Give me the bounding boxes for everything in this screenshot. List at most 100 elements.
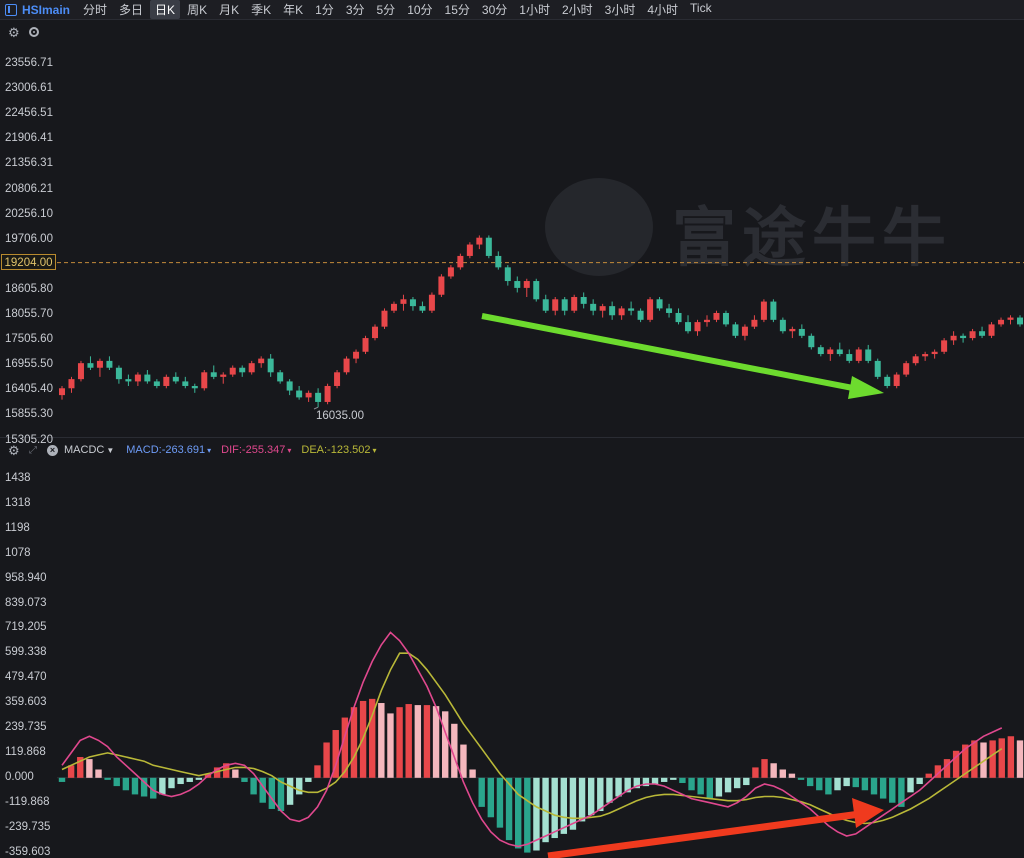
price-tick-label: 21906.41 bbox=[5, 132, 53, 145]
candle-body bbox=[324, 385, 331, 402]
candle-body bbox=[390, 303, 397, 311]
candle-body bbox=[495, 255, 502, 268]
candle-body bbox=[950, 335, 957, 341]
candle-body bbox=[466, 244, 473, 256]
macd-histogram-bar bbox=[514, 777, 522, 849]
macd-histogram-bar bbox=[131, 777, 139, 795]
candle-body bbox=[533, 281, 540, 300]
close-icon[interactable]: × bbox=[47, 444, 58, 456]
candle-body bbox=[220, 374, 227, 377]
macd-histogram-bar bbox=[587, 777, 595, 816]
candle-body bbox=[798, 328, 805, 336]
macd-histogram-bar bbox=[606, 777, 613, 803]
macd-histogram-bar bbox=[423, 705, 431, 778]
macd-histogram-bar bbox=[159, 777, 166, 795]
price-tick-label: 23556.71 bbox=[5, 57, 53, 69]
dea-value[interactable]: DEA:-123.502 ▾ bbox=[301, 444, 376, 456]
candle-body bbox=[210, 372, 217, 377]
macd-histogram-bar bbox=[113, 777, 120, 787]
candle-body bbox=[628, 308, 635, 311]
candle-body bbox=[685, 322, 692, 332]
indicator-name[interactable]: MACDC ▼ bbox=[64, 444, 114, 456]
candle-body bbox=[779, 319, 786, 332]
candle-body bbox=[808, 335, 815, 348]
macd-histogram-bar bbox=[551, 777, 558, 839]
candle-body bbox=[485, 237, 492, 256]
macd-histogram-bar bbox=[907, 777, 914, 793]
candle-body bbox=[201, 372, 208, 389]
macd-histogram-bar bbox=[779, 769, 786, 778]
candle-body bbox=[618, 308, 625, 316]
macd-tick-label: -119.868 bbox=[5, 795, 50, 808]
candle-body bbox=[732, 324, 739, 336]
macd-histogram-bar bbox=[1007, 736, 1015, 778]
price-tick-label: 18605.80 bbox=[5, 282, 53, 295]
dif-value[interactable]: DIF:-255.347 ▾ bbox=[221, 444, 291, 456]
macd-tick-label: 359.603 bbox=[5, 696, 47, 709]
candle-body bbox=[182, 381, 189, 386]
candle-body bbox=[400, 299, 407, 304]
macd-histogram-bar bbox=[697, 777, 704, 795]
price-tick-label: 22456.51 bbox=[5, 107, 53, 120]
candle-body bbox=[722, 312, 729, 325]
candle-body bbox=[979, 331, 986, 336]
candle-body bbox=[609, 306, 616, 316]
candle-body bbox=[163, 376, 170, 386]
candle-body bbox=[912, 356, 919, 364]
candle-body bbox=[846, 354, 853, 361]
chart-canvas[interactable] bbox=[0, 0, 1024, 858]
candle-body bbox=[855, 349, 862, 361]
red-trend-arrow-shaft bbox=[547, 810, 861, 858]
macd-histogram-bar bbox=[788, 773, 796, 778]
gear-icon[interactable]: ⚙ bbox=[8, 444, 20, 457]
candle-body bbox=[296, 390, 303, 398]
macd-histogram-bar bbox=[989, 740, 996, 778]
candle-body bbox=[353, 351, 360, 359]
macd-histogram-bar bbox=[296, 777, 303, 795]
candle-body bbox=[931, 351, 938, 355]
candle-body bbox=[713, 312, 720, 320]
macd-value[interactable]: MACD:-263.691 ▾ bbox=[126, 444, 211, 456]
candle-body bbox=[561, 299, 568, 311]
candle-body bbox=[457, 255, 464, 268]
price-tick-label: 15855.30 bbox=[5, 408, 53, 421]
candle-body bbox=[144, 374, 151, 382]
macd-histogram-bar bbox=[916, 777, 923, 785]
candle-body bbox=[960, 335, 967, 339]
candle-body bbox=[381, 310, 388, 327]
macd-histogram-bar bbox=[670, 777, 677, 780]
green-trend-arrow-head bbox=[848, 376, 884, 399]
candle-body bbox=[770, 301, 777, 320]
candle-body bbox=[884, 376, 891, 386]
candle-body bbox=[362, 338, 369, 352]
pane-divider[interactable] bbox=[0, 437, 1024, 438]
candle-body bbox=[315, 392, 322, 402]
candle-body bbox=[514, 281, 521, 288]
candle-body bbox=[675, 312, 682, 323]
macd-tick-label: 719.205 bbox=[5, 621, 47, 634]
macd-histogram-bar bbox=[314, 765, 321, 778]
expand-icon[interactable]: ⤢ bbox=[29, 445, 37, 456]
price-tick-label: 21356.31 bbox=[5, 157, 53, 170]
candle-body bbox=[893, 374, 900, 386]
macd-histogram-bar bbox=[925, 773, 932, 778]
macd-histogram-bar bbox=[487, 777, 495, 818]
price-tick-label: 20806.21 bbox=[5, 182, 53, 195]
macd-histogram-bar bbox=[998, 738, 1005, 778]
macd-histogram-bar bbox=[524, 777, 531, 853]
macd-histogram-bar bbox=[834, 777, 841, 791]
macd-tick-label: 1078 bbox=[5, 546, 31, 559]
candle-body bbox=[760, 301, 767, 320]
macd-histogram-bar bbox=[122, 777, 130, 791]
macd-histogram-bar bbox=[971, 740, 978, 778]
macd-histogram-bar bbox=[651, 777, 659, 785]
dea-line bbox=[61, 652, 1003, 825]
candle-body bbox=[96, 360, 103, 368]
candle-body bbox=[504, 267, 511, 282]
macd-histogram-bar bbox=[679, 777, 686, 783]
macd-tick-label: 1318 bbox=[5, 496, 31, 509]
candle-body bbox=[106, 360, 113, 368]
macd-histogram-bar bbox=[761, 759, 768, 778]
indicator-toolbar: ⚙ ⤢ × MACDC ▼ MACD:-263.691 ▾ DIF:-255.347… bbox=[0, 439, 1024, 461]
candle-body bbox=[248, 363, 255, 373]
